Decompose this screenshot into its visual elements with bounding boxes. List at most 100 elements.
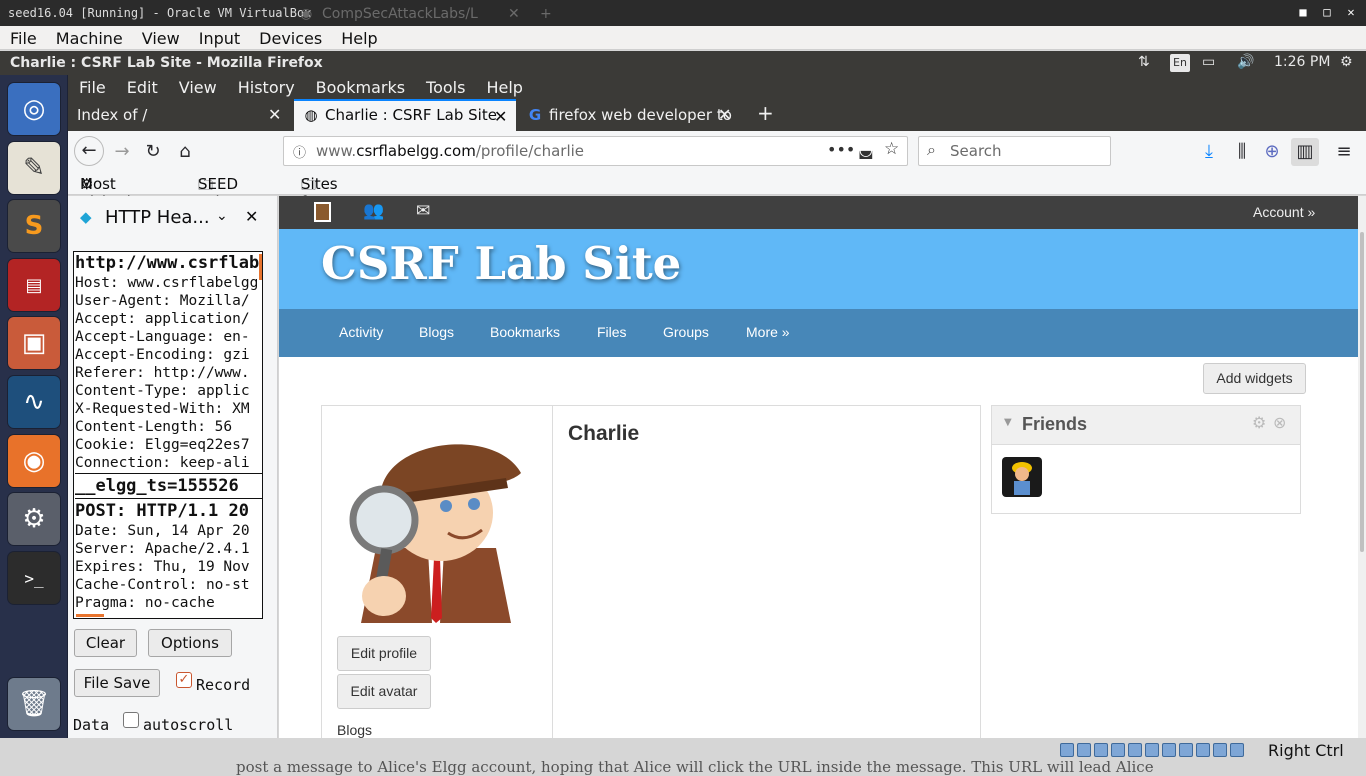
page-scrollbar-thumb[interactable] bbox=[1360, 232, 1364, 552]
tab-close-icon[interactable]: ✕ bbox=[718, 105, 731, 124]
keyboard-layout-indicator[interactable]: En bbox=[1170, 54, 1190, 72]
edit-profile-button[interactable]: Edit profile bbox=[337, 636, 431, 671]
nav-more[interactable]: More » bbox=[746, 324, 790, 340]
sublime-text-icon[interactable]: S bbox=[8, 200, 60, 252]
cpu-icon[interactable] bbox=[1196, 743, 1210, 757]
autoscroll-checkbox[interactable] bbox=[123, 712, 139, 728]
hamburger-menu-icon[interactable]: ≡ bbox=[1330, 138, 1358, 166]
pocket-icon[interactable]: ◛ bbox=[858, 140, 874, 159]
tab-close-icon[interactable]: ✕ bbox=[494, 107, 507, 126]
vbox-close-icon[interactable]: ✕ bbox=[1344, 5, 1358, 19]
battery-icon[interactable]: ▭ bbox=[1202, 54, 1215, 70]
ff-menu-file[interactable]: File bbox=[68, 75, 116, 97]
tab-web-developer[interactable]: Gfirefox web developer to ✕ bbox=[518, 99, 740, 131]
system-settings-icon[interactable]: ⚙ bbox=[8, 493, 60, 545]
file-manager-icon[interactable]: ▣ bbox=[8, 317, 60, 369]
bookmark-star-icon[interactable]: ☆ bbox=[884, 139, 899, 159]
chevron-down-icon[interactable]: ⌄ bbox=[216, 208, 228, 224]
messages-mail-icon[interactable]: ✉ bbox=[416, 201, 430, 221]
wireshark-icon[interactable]: ∿ bbox=[8, 376, 60, 428]
data-label: Data bbox=[73, 716, 110, 734]
file-save-button[interactable]: File Save bbox=[74, 669, 160, 697]
tab-index-of[interactable]: Index of / ✕ bbox=[68, 99, 292, 131]
mouse-integration-icon[interactable] bbox=[1230, 743, 1244, 757]
vbox-menu-view[interactable]: View bbox=[132, 26, 189, 48]
add-widgets-button[interactable]: Add widgets bbox=[1203, 363, 1306, 394]
record-checkbox[interactable]: ✓ bbox=[176, 672, 192, 688]
user-avatar-small[interactable] bbox=[314, 202, 331, 222]
network-icon[interactable]: ⇅ bbox=[1138, 54, 1150, 70]
tab-close-icon[interactable]: ✕ bbox=[268, 105, 281, 124]
vbox-menu-file[interactable]: File bbox=[0, 26, 46, 48]
sidebar-close-icon[interactable]: ✕ bbox=[245, 207, 258, 226]
ubuntu-dash-icon[interactable]: ◎ bbox=[8, 83, 60, 135]
library-icon[interactable]: ⫼ bbox=[1228, 138, 1256, 166]
audio-icon[interactable] bbox=[1094, 743, 1108, 757]
optical-drive-icon[interactable] bbox=[1077, 743, 1091, 757]
ff-menu-edit[interactable]: Edit bbox=[116, 75, 168, 97]
clock[interactable]: 1:26 PM bbox=[1274, 54, 1330, 70]
friend-avatar[interactable] bbox=[1002, 457, 1042, 497]
home-button[interactable]: ⌂ bbox=[171, 138, 199, 166]
usb-icon[interactable] bbox=[1128, 743, 1142, 757]
friends-icon[interactable]: 👥 bbox=[363, 201, 384, 221]
back-button[interactable]: ← bbox=[74, 136, 104, 166]
tab-charlie-csrf[interactable]: ◍ Charlie : CSRF Lab Site ✕ bbox=[294, 99, 516, 131]
ff-menu-bookmarks[interactable]: Bookmarks bbox=[305, 75, 415, 97]
site-title[interactable]: CSRF Lab Site bbox=[321, 237, 681, 290]
ff-menu-help[interactable]: Help bbox=[475, 75, 532, 97]
sidebar-title[interactable]: HTTP Hea... bbox=[105, 207, 210, 228]
video-capture-icon[interactable] bbox=[1179, 743, 1193, 757]
profile-blogs-link[interactable]: Blogs bbox=[337, 722, 372, 738]
log-horizontal-scroll[interactable] bbox=[76, 614, 104, 617]
shared-folder-icon[interactable] bbox=[1145, 743, 1159, 757]
nav-blogs[interactable]: Blogs bbox=[419, 324, 454, 340]
vbox-menu-machine[interactable]: Machine bbox=[46, 26, 132, 48]
ff-menu-view[interactable]: View bbox=[168, 75, 227, 97]
profile-avatar[interactable] bbox=[336, 418, 536, 623]
widget-close-icon[interactable]: ⊗ bbox=[1273, 413, 1286, 432]
power-gear-icon[interactable]: ⚙ bbox=[1340, 54, 1353, 70]
reload-button[interactable]: ↻ bbox=[139, 138, 167, 166]
display-icon[interactable] bbox=[1162, 743, 1176, 757]
log-vertical-scroll[interactable] bbox=[259, 254, 262, 280]
trash-icon[interactable]: 🗑 bbox=[8, 678, 60, 730]
collapse-triangle-icon[interactable]: ▼ bbox=[1004, 417, 1012, 428]
terminal-red-icon[interactable]: ▤ bbox=[8, 259, 60, 311]
widget-settings-gear-icon[interactable]: ⚙ bbox=[1252, 413, 1266, 432]
ff-menu-history[interactable]: History bbox=[227, 75, 305, 97]
guest-additions-icon[interactable] bbox=[1213, 743, 1227, 757]
nav-groups[interactable]: Groups bbox=[663, 324, 709, 340]
vbox-menu-help[interactable]: Help bbox=[331, 26, 386, 48]
nav-bookmarks[interactable]: Bookmarks bbox=[490, 324, 560, 340]
ff-menu-tools[interactable]: Tools bbox=[415, 75, 475, 97]
site-info-icon[interactable]: ⓘ bbox=[293, 142, 306, 161]
volume-icon[interactable]: 🔊 bbox=[1237, 54, 1254, 70]
options-button[interactable]: Options bbox=[148, 629, 232, 657]
header-log[interactable]: http://www.csrflabelgg Host: www.csrflab… bbox=[73, 251, 263, 619]
vbox-status-icons bbox=[1060, 743, 1244, 759]
firefox-icon[interactable]: ◉ bbox=[8, 435, 60, 487]
sidebar-toggle-icon[interactable]: ▥ bbox=[1291, 138, 1319, 166]
forward-button[interactable]: → bbox=[108, 138, 136, 166]
terminal-icon[interactable]: >_ bbox=[8, 552, 60, 604]
url-bar[interactable]: ⓘ www.csrflabelgg.com/profile/charlie ••… bbox=[283, 136, 908, 166]
download-icon[interactable]: ⤓ bbox=[1195, 138, 1223, 166]
page-actions-icon[interactable]: ••• bbox=[827, 140, 855, 159]
vbox-restore-icon[interactable]: ■ bbox=[1296, 5, 1310, 19]
nav-files[interactable]: Files bbox=[597, 324, 627, 340]
vbox-menu-devices[interactable]: Devices bbox=[249, 26, 331, 48]
vbox-menu-input[interactable]: Input bbox=[189, 26, 249, 48]
vbox-statusbar: post a message to Alice's Elgg account, … bbox=[0, 738, 1366, 776]
text-editor-icon[interactable]: ✎ bbox=[8, 142, 60, 194]
extension-icon[interactable]: ⊕ bbox=[1258, 138, 1286, 166]
nav-activity[interactable]: Activity bbox=[339, 324, 383, 340]
network-adapter-icon[interactable] bbox=[1111, 743, 1125, 757]
edit-avatar-button[interactable]: Edit avatar bbox=[337, 674, 431, 709]
search-bar[interactable]: ⌕ Search bbox=[918, 136, 1111, 166]
account-menu[interactable]: Account » bbox=[1253, 204, 1315, 220]
new-tab-button[interactable]: + bbox=[748, 99, 774, 131]
clear-button[interactable]: Clear bbox=[74, 629, 137, 657]
hdd-icon[interactable] bbox=[1060, 743, 1074, 757]
vbox-maximize-icon[interactable]: □ bbox=[1320, 5, 1334, 19]
